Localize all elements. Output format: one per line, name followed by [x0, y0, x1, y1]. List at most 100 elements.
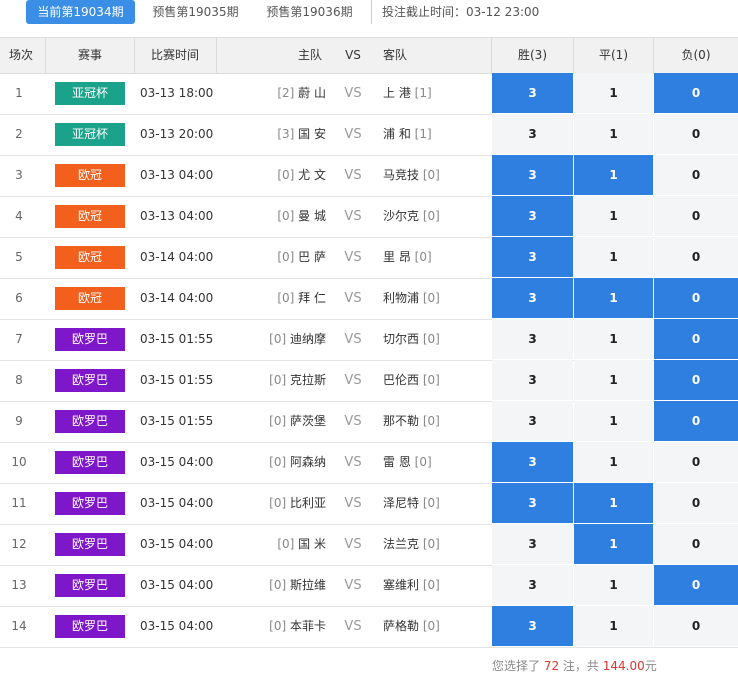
pick-win-button[interactable]: 3: [492, 360, 573, 400]
pick-draw-button[interactable]: 1: [574, 114, 653, 154]
match-index: 12: [11, 537, 27, 551]
away-team: 雷 恩 [0]: [383, 442, 483, 483]
table-row: 12 欧罗巴 03-15 04:00 [0] 国 米 VS 法兰克 [0] 3 1 0: [0, 524, 738, 566]
away-name: 那不勒: [383, 414, 420, 428]
selection-summary: 您选择了 72 注，共 144.00元: [492, 659, 657, 673]
match-time: 03-15 04:00: [140, 619, 214, 633]
pick-win-button[interactable]: 3: [492, 401, 573, 441]
vs-label: VS: [344, 291, 362, 306]
pick-lose-button[interactable]: 0: [654, 319, 738, 359]
pick-draw-button[interactable]: 1: [574, 606, 653, 646]
away-name: 萨格勒: [383, 619, 420, 633]
home-rank: [0]: [269, 414, 287, 428]
home-name: 蔚 山: [298, 86, 326, 100]
match-time: 03-13 04:00: [140, 168, 214, 182]
pick-lose-button[interactable]: 0: [654, 606, 738, 646]
table-row: 2 亚冠杯 03-13 20:00 [3] 国 安 VS 浦 和 [1] 3 1 0: [0, 114, 738, 156]
pick-draw-button[interactable]: 1: [574, 155, 653, 195]
match-time: 03-15 04:00: [140, 496, 214, 510]
pick-win-button[interactable]: 3: [492, 319, 573, 359]
pick-draw-button[interactable]: 1: [574, 524, 653, 564]
col-lose: 负(0): [681, 48, 711, 62]
match-time: 03-15 01:55: [140, 373, 214, 387]
match-index: 6: [15, 291, 23, 305]
pick-lose-button[interactable]: 0: [654, 114, 738, 154]
pick-lose-button[interactable]: 0: [654, 73, 738, 113]
league-badge: 欧冠: [55, 164, 125, 187]
home-name: 迪纳摩: [289, 332, 326, 346]
away-team: 马竞技 [0]: [383, 155, 483, 196]
pick-draw-button[interactable]: 1: [574, 401, 653, 441]
match-index: 13: [11, 578, 27, 592]
vs-label: VS: [344, 455, 362, 470]
match-index: 11: [11, 496, 27, 510]
table-row: 6 欧冠 03-14 04:00 [0] 拜 仁 VS 利物浦 [0] 3 1 0: [0, 278, 738, 320]
home-team: [0] 阿森纳: [230, 442, 326, 483]
tab-presale-19035[interactable]: 预售第19035期: [144, 0, 247, 24]
pick-draw-button[interactable]: 1: [574, 237, 653, 277]
away-rank: [0]: [414, 250, 432, 264]
vs-label: VS: [344, 127, 362, 142]
pick-win-button[interactable]: 3: [492, 278, 573, 318]
league-badge: 欧罗巴: [55, 410, 125, 433]
pick-win-button[interactable]: 3: [492, 196, 573, 236]
pick-lose-button[interactable]: 0: [654, 565, 738, 605]
pick-win-button[interactable]: 3: [492, 73, 573, 113]
pick-draw-button[interactable]: 1: [574, 73, 653, 113]
match-index: 1: [15, 86, 23, 100]
pick-draw-button[interactable]: 1: [574, 442, 653, 482]
league-badge: 欧罗巴: [55, 533, 125, 556]
tab-current-issue[interactable]: 当前第19034期: [26, 0, 135, 24]
away-team: 浦 和 [1]: [383, 114, 483, 155]
pick-win-button[interactable]: 3: [492, 155, 573, 195]
home-rank: [0]: [277, 250, 295, 264]
away-name: 塞维利: [383, 578, 420, 592]
vs-label: VS: [344, 86, 362, 101]
col-index: 场次: [8, 48, 33, 62]
pick-draw-button[interactable]: 1: [574, 196, 653, 236]
league-badge: 亚冠杯: [55, 123, 125, 146]
pick-lose-button[interactable]: 0: [654, 401, 738, 441]
tab-presale-19036[interactable]: 预售第19036期: [258, 0, 361, 24]
away-team: 泽尼特 [0]: [383, 483, 483, 524]
match-time: 03-13 18:00: [140, 86, 214, 100]
pick-lose-button[interactable]: 0: [654, 360, 738, 400]
pick-win-button[interactable]: 3: [492, 237, 573, 277]
pick-win-button[interactable]: 3: [492, 565, 573, 605]
pick-win-button[interactable]: 3: [492, 606, 573, 646]
home-team: [0] 克拉斯: [230, 360, 326, 401]
pick-lose-button[interactable]: 0: [654, 237, 738, 277]
home-name: 尤 文: [298, 168, 326, 182]
home-rank: [0]: [277, 168, 295, 182]
pick-draw-button[interactable]: 1: [574, 483, 653, 523]
pick-win-button[interactable]: 3: [492, 114, 573, 154]
pick-lose-button[interactable]: 0: [654, 442, 738, 482]
pick-lose-button[interactable]: 0: [654, 524, 738, 564]
pick-lose-button[interactable]: 0: [654, 483, 738, 523]
away-rank: [0]: [422, 496, 440, 510]
pick-lose-button[interactable]: 0: [654, 196, 738, 236]
table-row: 8 欧罗巴 03-15 01:55 [0] 克拉斯 VS 巴伦西 [0] 3 1 0: [0, 360, 738, 402]
home-team: [0] 巴 萨: [230, 237, 326, 278]
home-name: 萨茨堡: [289, 414, 326, 428]
pick-draw-button[interactable]: 1: [574, 319, 653, 359]
league-badge: 欧罗巴: [55, 369, 125, 392]
pick-draw-button[interactable]: 1: [574, 278, 653, 318]
table-row: 10 欧罗巴 03-15 04:00 [0] 阿森纳 VS 雷 恩 [0] 3 1 0: [0, 442, 738, 484]
pick-lose-button[interactable]: 0: [654, 278, 738, 318]
home-name: 克拉斯: [289, 373, 326, 387]
pick-draw-button[interactable]: 1: [574, 360, 653, 400]
pick-lose-button[interactable]: 0: [654, 155, 738, 195]
away-rank: [0]: [422, 537, 440, 551]
away-rank: [0]: [414, 455, 432, 469]
away-team: 萨格勒 [0]: [383, 606, 483, 647]
table-row: 4 欧冠 03-13 04:00 [0] 曼 城 VS 沙尔克 [0] 3 1 0: [0, 196, 738, 238]
vs-label: VS: [344, 209, 362, 224]
table-row: 3 欧冠 03-13 04:00 [0] 尤 文 VS 马竞技 [0] 3 1 0: [0, 155, 738, 197]
league-badge: 亚冠杯: [55, 82, 125, 105]
pick-draw-button[interactable]: 1: [574, 565, 653, 605]
pick-win-button[interactable]: 3: [492, 524, 573, 564]
pick-win-button[interactable]: 3: [492, 442, 573, 482]
home-name: 阿森纳: [289, 455, 326, 469]
pick-win-button[interactable]: 3: [492, 483, 573, 523]
